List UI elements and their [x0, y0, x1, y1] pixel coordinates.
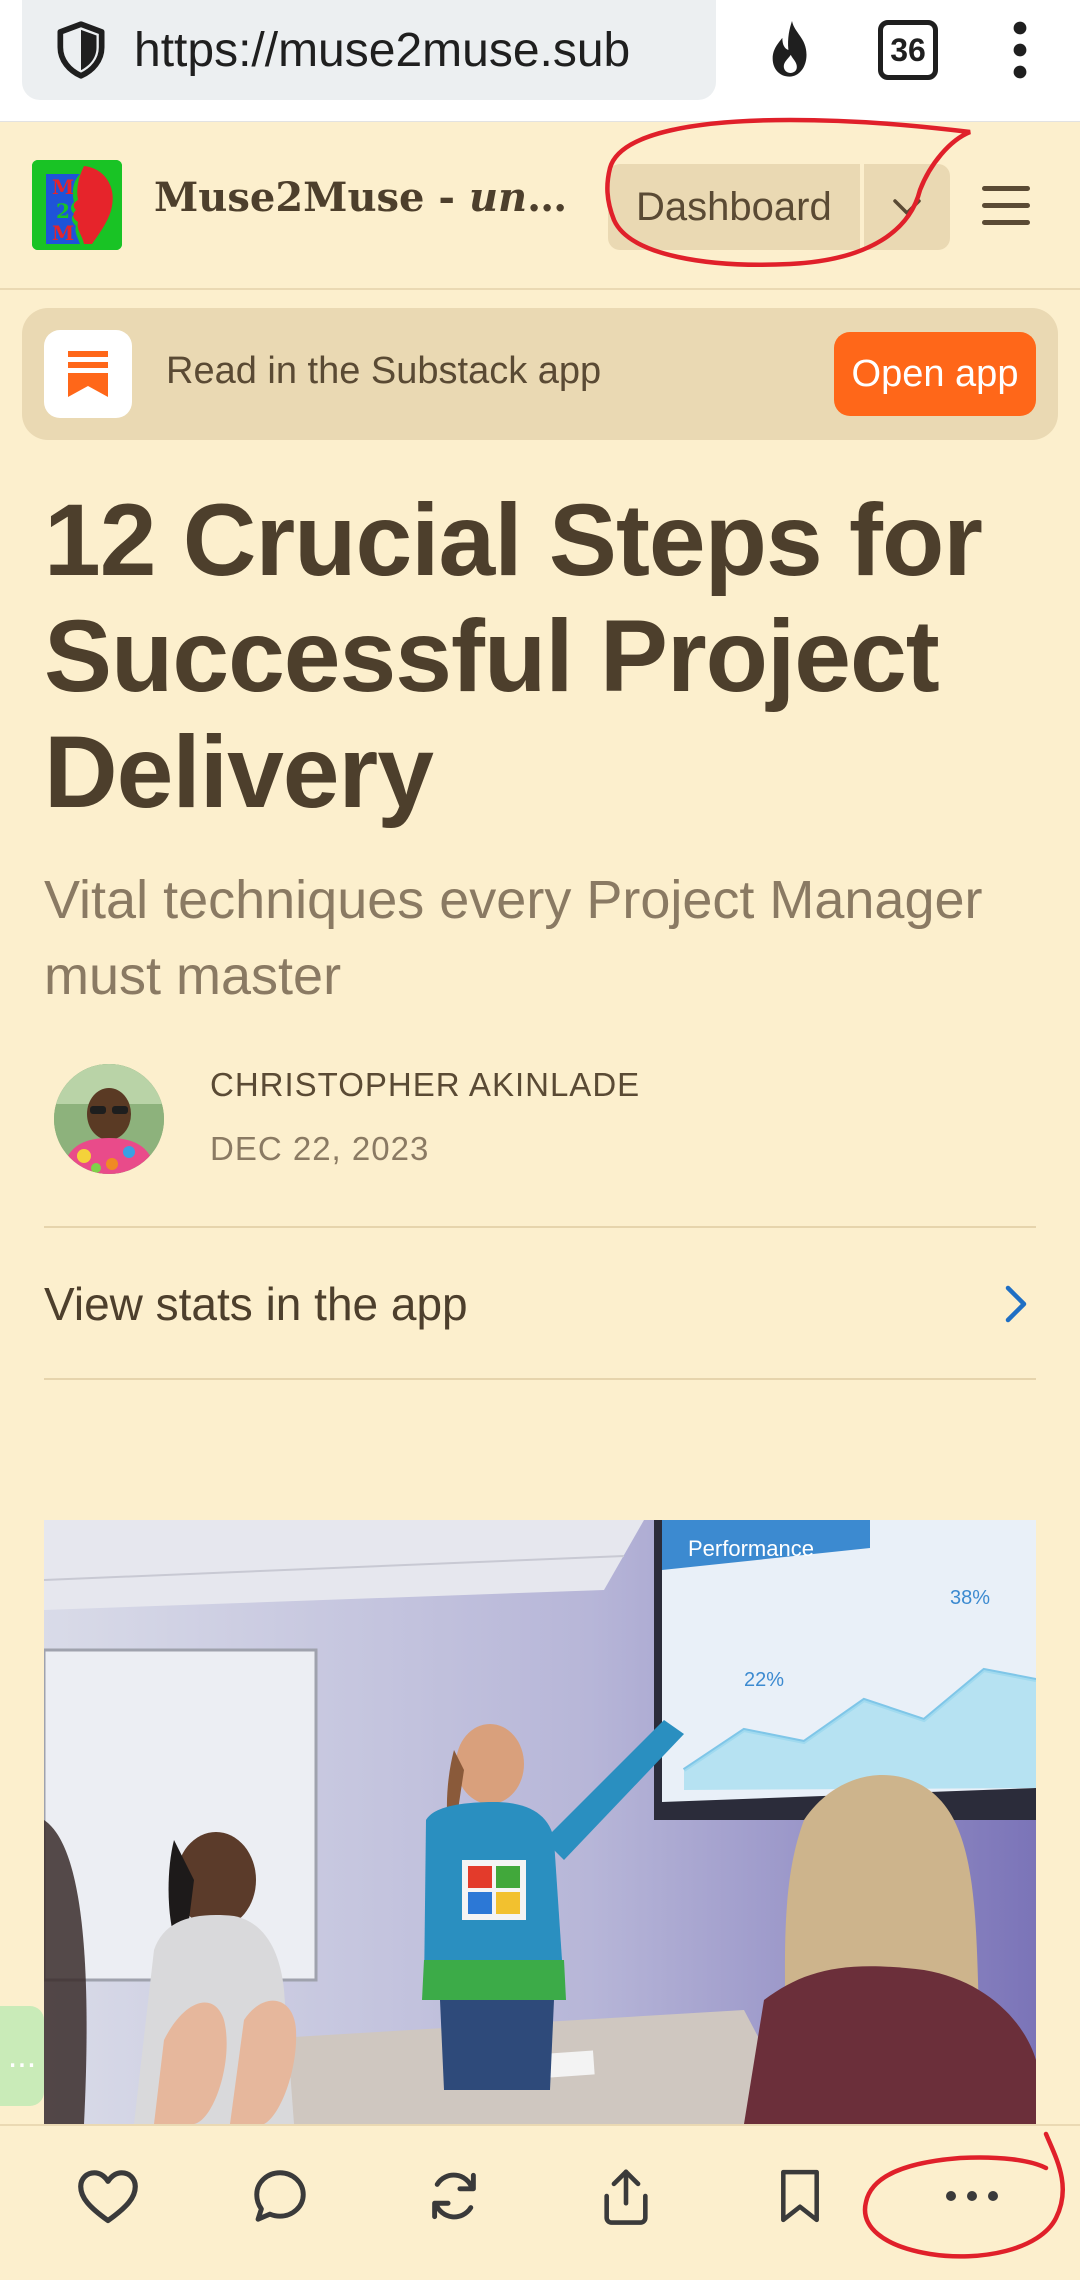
url-text: https://muse2muse.sub [134, 23, 631, 77]
svg-text:M: M [52, 175, 74, 199]
view-stats-link[interactable]: View stats in the app [44, 1228, 1036, 1380]
substack-icon [44, 330, 132, 418]
screen-stat-a: 22% [744, 1669, 784, 1691]
post-date: DEC 22, 2023 [210, 1130, 430, 1167]
author-name[interactable]: CHRISTOPHER AKINLADE [210, 1066, 640, 1104]
open-app-button[interactable]: Open app [834, 332, 1036, 416]
site-header: M 2 M Muse2Muse - unScri... Dashboard [0, 122, 1080, 290]
shield-icon[interactable] [50, 19, 112, 81]
flame-icon[interactable] [752, 10, 832, 90]
chevron-right-icon [1005, 1285, 1027, 1323]
kebab-menu-icon[interactable] [990, 10, 1050, 90]
site-title[interactable]: Muse2Muse - unScri... [154, 174, 574, 221]
restack-icon [432, 2172, 476, 2220]
divider [44, 1378, 1036, 1380]
bookmark-icon [781, 2169, 819, 2223]
site-title-main: Muse2Muse - [154, 174, 469, 221]
heart-icon [78, 2170, 138, 2224]
dashboard-dropdown-button[interactable] [863, 164, 950, 250]
screen-title: Performance [688, 1536, 814, 1561]
side-floating-tab[interactable]: ... [0, 2006, 44, 2106]
bookmark-button[interactable] [760, 2156, 840, 2236]
hamburger-icon[interactable] [978, 180, 1034, 232]
page: https://muse2muse.sub 36 M 2 M Muse2Muse… [0, 0, 1080, 2280]
app-promo-banner: Read in the Substack app Open app [22, 308, 1058, 440]
hero-image[interactable]: Performance 22% 38% [44, 1520, 1036, 2124]
restack-button[interactable] [414, 2156, 494, 2236]
author-avatar[interactable] [54, 1064, 164, 1174]
comment-icon [254, 2170, 306, 2222]
svg-text:M: M [52, 221, 74, 245]
share-icon [604, 2169, 648, 2225]
article-subtitle: Vital techniques every Project Manager m… [44, 870, 983, 1006]
more-horizontal-icon [946, 2191, 998, 2201]
tab-count: 36 [878, 20, 938, 80]
like-button[interactable] [68, 2156, 148, 2236]
dashboard-button[interactable]: Dashboard [608, 164, 860, 250]
svg-text:2: 2 [56, 199, 70, 223]
url-bar[interactable]: https://muse2muse.sub [22, 0, 716, 100]
share-button[interactable] [586, 2156, 666, 2236]
post-action-bar [0, 2124, 1080, 2280]
chevron-down-icon [892, 199, 921, 215]
banner-text: Read in the Substack app [166, 350, 602, 392]
tab-count-button[interactable]: 36 [868, 10, 948, 90]
dashboard-group: Dashboard [608, 164, 950, 250]
screen-stat-b: 38% [950, 1587, 990, 1609]
browser-toolbar: https://muse2muse.sub 36 [0, 0, 1080, 122]
more-options-button[interactable] [932, 2156, 1012, 2236]
view-stats-label: View stats in the app [44, 1278, 468, 1330]
comment-button[interactable] [240, 2156, 320, 2236]
article-title: 12 Crucial Steps for Successful Project … [44, 483, 983, 829]
site-logo[interactable]: M 2 M [32, 160, 122, 250]
site-title-italic: unScri... [468, 174, 574, 221]
